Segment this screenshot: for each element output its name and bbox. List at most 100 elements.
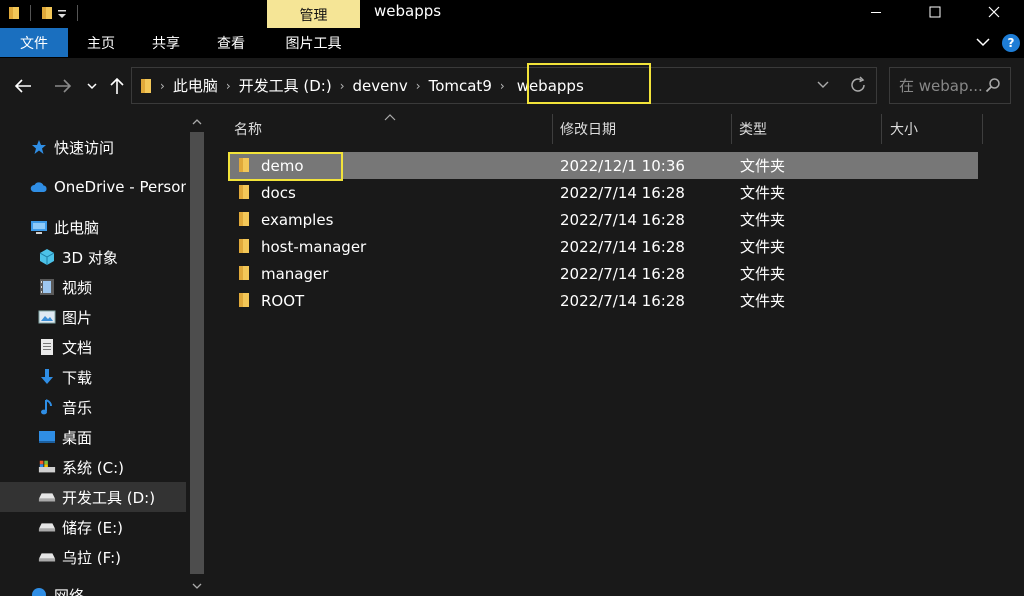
file-date: 2022/7/14 16:28 [560,183,685,202]
chevron-right-icon[interactable]: › [224,79,233,93]
up-button[interactable] [106,72,128,100]
nav-music[interactable]: 音乐 [0,392,186,422]
nav-network[interactable]: 网络 [0,580,186,596]
file-row[interactable]: host-manager 2022/7/14 16:28 文件夹 [228,233,978,260]
file-type: 文件夹 [740,238,786,256]
file-row[interactable]: manager 2022/7/14 16:28 文件夹 [228,260,978,287]
crumb-devenv[interactable]: devenv [347,77,414,95]
nav-label: 3D 对象 [62,248,118,267]
maximize-button[interactable] [907,0,963,24]
tab-share[interactable]: 共享 [138,28,194,57]
chevron-right-icon[interactable]: › [414,79,423,93]
address-history-icon[interactable] [817,78,829,90]
nav-this-pc[interactable]: 此电脑 [0,212,186,242]
nav-drive-e[interactable]: 储存 (E:) [0,512,186,542]
tab-picture-tools[interactable]: 图片工具 [267,28,360,57]
tab-view[interactable]: 查看 [204,28,258,57]
file-date: 2022/7/14 16:28 [560,237,685,256]
nav-onedrive[interactable]: OneDrive - Person [0,172,186,202]
column-header-size[interactable]: 大小 [890,114,918,144]
window-title: webapps [374,2,442,20]
file-type: 文件夹 [740,184,786,202]
file-row[interactable]: ROOT 2022/7/14 16:28 文件夹 [228,287,978,314]
column-divider[interactable] [731,114,732,144]
file-name: examples [261,210,334,229]
address-bar[interactable]: › 此电脑 › 开发工具 (D:) › devenv › Tomcat9 › w… [131,67,877,104]
nav-3d-objects[interactable]: 3D 对象 [0,242,186,272]
help-button[interactable]: ? [1002,34,1020,52]
folder-icon [141,78,151,93]
chevron-down-icon [87,83,97,90]
folder-icon[interactable] [8,6,20,20]
nav-videos[interactable]: 视频 [0,272,186,302]
column-divider[interactable] [982,114,983,144]
expand-ribbon-icon[interactable] [975,36,991,48]
nav-downloads[interactable]: 下载 [0,362,186,392]
nav-label: 网络 [54,586,85,596]
close-button[interactable] [966,0,1022,24]
desktop-icon [38,428,56,446]
nav-desktop[interactable]: 桌面 [0,422,186,452]
nav-quick-access[interactable]: 快速访问 [0,132,186,162]
nav-label: 下载 [62,368,93,387]
drive-icon [38,548,56,566]
scrollbar-thumb[interactable] [190,132,204,574]
selected-item-highlight [228,152,343,181]
file-row[interactable]: docs 2022/7/14 16:28 文件夹 [228,179,978,206]
nav-scrollbar[interactable] [188,114,206,596]
arrow-right-icon [55,79,72,93]
nav-documents[interactable]: 文档 [0,332,186,362]
tab-manage[interactable]: 管理 [267,0,360,29]
breadcrumb: › 此电脑 › 开发工具 (D:) › devenv › Tomcat9 › w… [140,68,590,103]
column-header-type[interactable]: 类型 [739,114,767,144]
column-divider[interactable] [552,114,553,144]
crumb-drive-d[interactable]: 开发工具 (D:) [233,75,338,96]
nav-pictures[interactable]: 图片 [0,302,186,332]
nav-drive-f[interactable]: 乌拉 (F:) [0,542,186,572]
star-icon [30,138,48,156]
column-header-name[interactable]: 名称 [234,114,262,144]
quick-access-toolbar [8,3,84,23]
new-folder-icon[interactable] [41,6,53,20]
minimize-button[interactable] [848,0,904,24]
forward-button[interactable] [50,72,76,100]
refresh-icon[interactable] [847,74,869,96]
file-date: 2022/12/1 10:36 [560,156,685,175]
file-type: 文件夹 [740,157,786,175]
back-button[interactable] [10,72,36,100]
file-date: 2022/7/14 16:28 [560,264,685,283]
chevron-right-icon[interactable]: › [158,79,167,93]
tab-home[interactable]: 主页 [74,28,128,57]
nav-drive-d[interactable]: 开发工具 (D:) [0,482,186,512]
chevron-right-icon[interactable]: › [498,79,507,93]
file-row[interactable]: examples 2022/7/14 16:28 文件夹 [228,206,978,233]
drive-icon [38,488,56,506]
column-divider[interactable] [881,114,882,144]
nav-label: 快速访问 [54,138,115,157]
nav-label: 开发工具 (D:) [62,488,156,507]
nav-label: OneDrive - Person [54,178,186,196]
toolbar-divider [77,5,78,21]
nav-drive-c[interactable]: 系统 (C:) [0,452,186,482]
crumb-tomcat9[interactable]: Tomcat9 [423,77,498,95]
recent-locations-button[interactable] [84,72,100,100]
computer-icon [30,218,48,236]
arrow-left-icon [14,79,31,93]
nav-label: 此电脑 [54,218,100,237]
toolbar-divider [30,5,31,21]
address-row: › 此电脑 › 开发工具 (D:) › devenv › Tomcat9 › w… [0,58,1024,114]
file-type: 文件夹 [740,211,786,229]
tab-file[interactable]: 文件 [0,28,68,57]
customize-toolbar-icon[interactable] [57,6,67,20]
search-icon[interactable] [985,77,1001,93]
nav-label: 储存 (E:) [62,518,124,537]
scroll-up-icon[interactable] [192,118,202,126]
music-note-icon [38,398,56,416]
column-header-date[interactable]: 修改日期 [560,114,616,144]
crumb-this-pc[interactable]: 此电脑 [167,75,224,96]
file-type: 文件夹 [740,292,786,310]
picture-icon [38,308,56,326]
title-bar: 管理 webapps [0,0,1024,29]
chevron-right-icon[interactable]: › [338,79,347,93]
scroll-down-icon[interactable] [192,582,202,590]
